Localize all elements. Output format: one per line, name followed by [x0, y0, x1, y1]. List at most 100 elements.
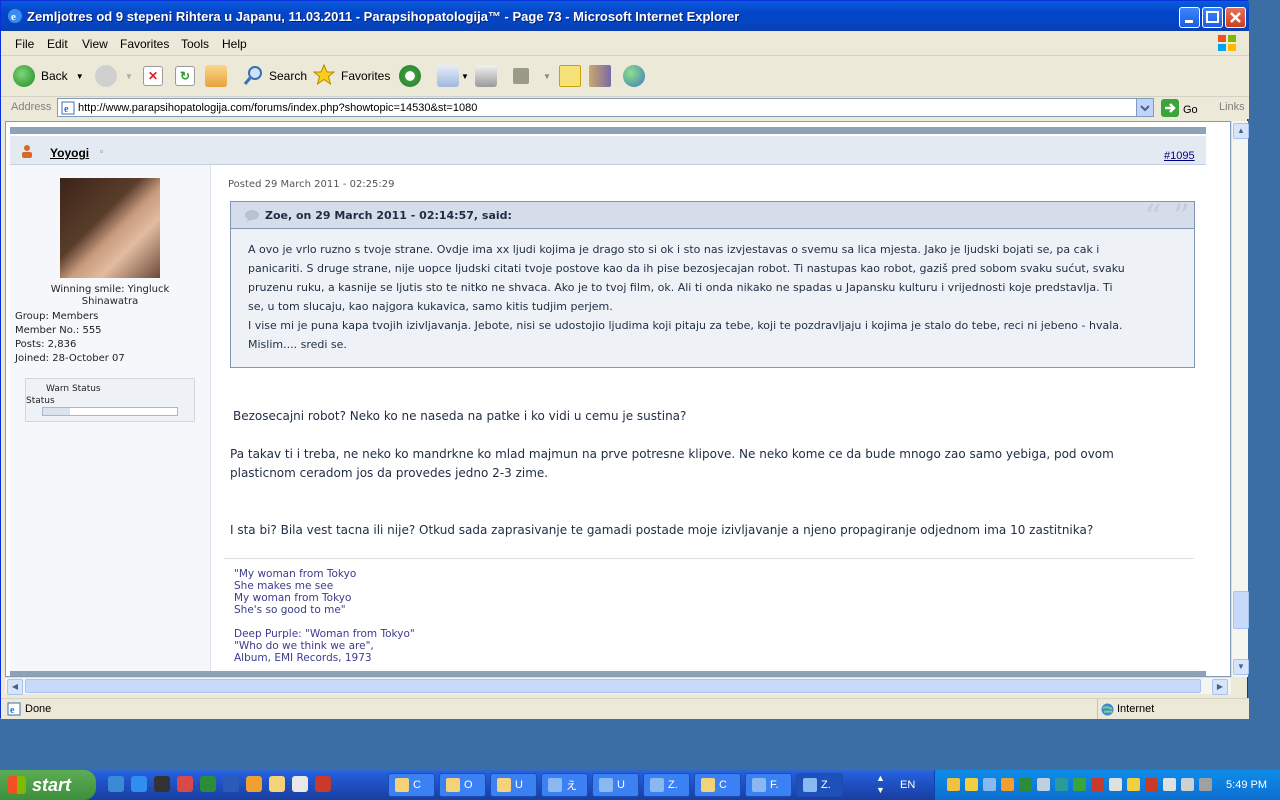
chart-tray-icon[interactable] [1037, 778, 1050, 791]
cmd-icon[interactable] [154, 776, 170, 792]
excel-icon[interactable] [200, 776, 216, 792]
mail-button[interactable]: ▼ [437, 62, 469, 90]
stop-button[interactable]: ✕ [143, 62, 163, 90]
start-button[interactable]: start [0, 770, 96, 800]
favorites-button[interactable]: Favorites [312, 62, 390, 90]
status-divider [1097, 699, 1098, 719]
post-body-line: I sta bi? Bila vest tacna ili nije? Otku… [230, 523, 1094, 537]
search-button[interactable]: Search [243, 62, 307, 90]
back-button[interactable]: Back ▼ [13, 62, 84, 90]
mail-icon [437, 65, 459, 87]
word-icon[interactable] [223, 776, 239, 792]
folder-icon[interactable] [269, 776, 285, 792]
forward-dropdown-icon[interactable]: ▼ [125, 72, 133, 81]
scroll-up-button[interactable]: ▲ [1233, 123, 1249, 139]
search-label: Search [269, 69, 308, 83]
signature-line: "My woman from Tokyo [234, 568, 357, 580]
monitor-tray-icon[interactable] [1181, 778, 1194, 791]
minimize-button[interactable] [1179, 7, 1200, 28]
sync-tray-icon[interactable] [1055, 778, 1068, 791]
quote-line: A ovo je vrlo ruzno s tvoje strane. Ovdj… [248, 243, 1100, 256]
mail-tray-icon[interactable] [947, 778, 960, 791]
menu-favorites[interactable]: Favorites [120, 37, 169, 51]
alert-tray-icon[interactable] [1091, 778, 1104, 791]
menu-help[interactable]: Help [222, 37, 247, 51]
menu-file[interactable]: File [15, 37, 34, 51]
app-tray-icon[interactable] [1109, 778, 1122, 791]
taskbar-button[interactable]: え [541, 773, 588, 797]
post-username[interactable]: Yoyogi [50, 146, 89, 160]
scroll-down-button[interactable]: ▼ [1233, 659, 1249, 675]
quote-line: se, u tom slucaju, kao najgora kukavica,… [248, 300, 613, 313]
print-button[interactable] [475, 62, 497, 90]
research-button[interactable] [589, 62, 611, 90]
shield-tray-icon[interactable] [965, 778, 978, 791]
speaker-tray-icon[interactable] [1163, 778, 1176, 791]
refresh-button[interactable]: ↻ [175, 62, 195, 90]
taskbar-button[interactable]: O [439, 773, 486, 797]
taskbar-button[interactable]: C [388, 773, 435, 797]
horizontal-scrollbar[interactable]: ◀ ▶ [5, 677, 1231, 695]
media-icon[interactable] [292, 776, 308, 792]
quote-text: A ovo je vrlo ruzno s tvoje strane. Ovdj… [248, 240, 1178, 354]
ie-quicklaunch-icon[interactable] [131, 776, 147, 792]
taskbar-button[interactable]: F. [745, 773, 792, 797]
taskbar: start C O U え U Z. C F. Z. ▲ ▼ EN 5:49 PM [0, 770, 1280, 800]
address-input[interactable]: e http://www.parapsihopatologija.com/for… [57, 98, 1154, 117]
home-button[interactable] [205, 62, 227, 90]
menu-edit[interactable]: Edit [47, 37, 68, 51]
vertical-scroll-thumb[interactable] [1233, 591, 1249, 629]
app-icon[interactable] [177, 776, 193, 792]
address-dropdown-button[interactable] [1136, 99, 1153, 116]
taskbar-scroll-arrows-icon[interactable]: ▲ ▼ [876, 772, 885, 796]
taskbar-button[interactable]: U [490, 773, 537, 797]
mail-dropdown-icon[interactable]: ▼ [461, 72, 469, 81]
taskbar-button[interactable]: U [592, 773, 639, 797]
app-tray-icon[interactable] [1127, 778, 1140, 791]
menu-tools[interactable]: Tools [181, 37, 209, 51]
title-bar[interactable]: e Zemljotres od 9 stepeni Rihtera u Japa… [1, 1, 1249, 31]
show-desktop-icon[interactable] [108, 776, 124, 792]
messenger-tray-icon[interactable] [1001, 778, 1014, 791]
edit-dropdown-icon[interactable]: ▼ [543, 72, 551, 81]
app-tray-icon[interactable] [1019, 778, 1032, 791]
back-arrow-icon [13, 65, 35, 87]
windows-flag-icon [8, 776, 26, 794]
app-tray-icon[interactable] [1199, 778, 1212, 791]
links-toolbar[interactable]: Links [1219, 101, 1245, 113]
network-tray-icon[interactable] [983, 778, 996, 791]
messenger-icon[interactable] [246, 776, 262, 792]
app-tray-icon[interactable] [1073, 778, 1086, 791]
post-number-link[interactable]: #1095 [1164, 150, 1195, 162]
go-button[interactable]: Go [1161, 99, 1198, 120]
scroll-right-button[interactable]: ▶ [1212, 679, 1228, 695]
messenger-button[interactable] [623, 62, 645, 90]
vertical-scrollbar[interactable]: ▲ ▼ [1231, 121, 1249, 677]
user-group: Group: Members [15, 311, 99, 322]
horizontal-scroll-thumb[interactable] [25, 679, 1201, 693]
taskbar-button-active[interactable]: Z. [796, 773, 843, 797]
browser-window: e Zemljotres od 9 stepeni Rihtera u Japa… [0, 0, 1249, 719]
language-indicator[interactable]: EN [900, 779, 915, 791]
antivirus-tray-icon[interactable] [1145, 778, 1158, 791]
discuss-button[interactable] [559, 62, 581, 90]
search-icon [243, 64, 265, 89]
history-button[interactable] [399, 62, 421, 90]
taskbar-button[interactable]: Z. [643, 773, 690, 797]
forward-arrow-icon [95, 65, 117, 87]
maximize-button[interactable] [1202, 7, 1223, 28]
scroll-left-button[interactable]: ◀ [7, 679, 23, 695]
windows-logo-icon [1217, 34, 1237, 55]
office-icon[interactable] [315, 776, 331, 792]
edit-button[interactable]: ▼ [513, 62, 551, 90]
page-content: Yoyogi ▫ #1095 Winning smile: Yingluck S… [5, 121, 1231, 677]
taskbar-button[interactable]: C [694, 773, 741, 797]
close-button[interactable] [1225, 7, 1246, 28]
menu-view[interactable]: View [82, 37, 108, 51]
clock[interactable]: 5:49 PM [1226, 779, 1267, 791]
security-zone: Internet [1117, 703, 1155, 715]
back-dropdown-icon[interactable]: ▼ [76, 72, 84, 81]
svg-text:e: e [11, 11, 16, 23]
page-done-icon: e [7, 702, 21, 719]
forward-button[interactable]: ▼ [95, 62, 133, 90]
